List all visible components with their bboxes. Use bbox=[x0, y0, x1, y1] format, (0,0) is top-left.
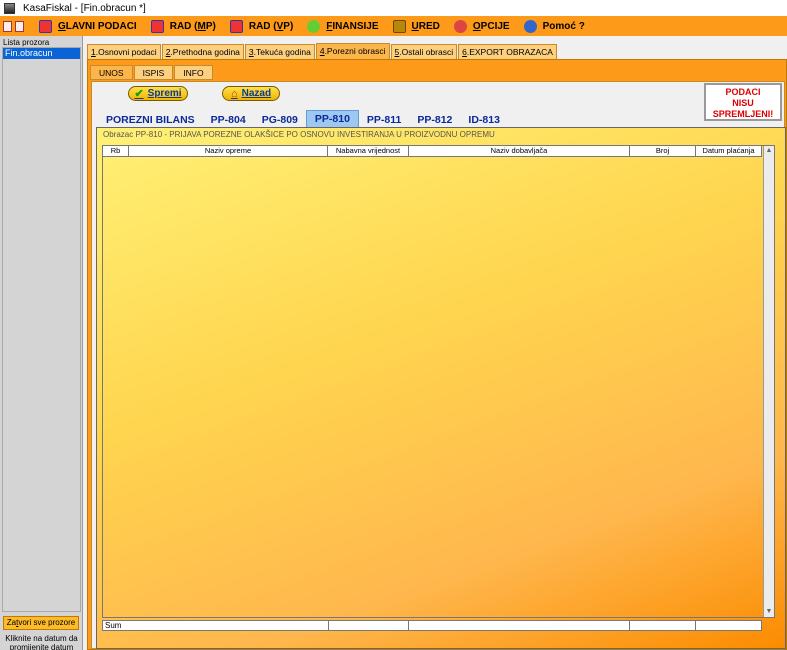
hand-icon bbox=[229, 19, 243, 33]
column-header-naziv-dobavljaca[interactable]: Naziv dobavljača bbox=[409, 146, 630, 156]
window-list-title: Lista prozora bbox=[3, 38, 50, 47]
window-list[interactable]: Fin.obracun bbox=[2, 47, 81, 612]
form-tabs: POREZNI BILANS PP-804 PG-809 PP-810 PP-8… bbox=[98, 110, 508, 127]
unsaved-status: PODACI NISU SPREMLJENI! bbox=[704, 83, 782, 121]
window-list-item[interactable]: Fin.obracun bbox=[3, 48, 80, 59]
menu-bar: G LAVNI PODACI RAD (M P) RAD (V P) F INANSIJ… bbox=[0, 16, 787, 36]
dollar-icon bbox=[307, 19, 321, 33]
menu-finansije[interactable]: F INANSIJE bbox=[307, 19, 379, 33]
menu-rad-vp[interactable]: RAD (V P) bbox=[229, 19, 293, 33]
main-tabs: 1.Osnovni podaci 2.Prethodna godina 3.Te… bbox=[87, 43, 558, 59]
menu-ured[interactable]: U RED bbox=[392, 19, 440, 33]
window-list-panel: Lista prozora Fin.obracun Zatvori sve pr… bbox=[0, 36, 83, 650]
scroll-up-arrow-icon[interactable]: ▲ bbox=[764, 146, 774, 156]
form-tab-porezni-bilans[interactable]: POREZNI BILANS bbox=[98, 111, 203, 127]
sum-nabavna-vrijednost bbox=[328, 620, 409, 631]
restore-icon[interactable] bbox=[3, 20, 12, 32]
equipment-grid[interactable]: Rb Naziv opreme Nabavna vrijednost Naziv… bbox=[102, 145, 775, 618]
sum-naziv-dobavljaca bbox=[408, 620, 630, 631]
hand-icon bbox=[150, 19, 164, 33]
action-buttons: ✔ Spremi ⌂ Nazad bbox=[128, 86, 314, 101]
document-icon[interactable] bbox=[15, 20, 24, 32]
scroll-down-arrow-icon[interactable]: ▼ bbox=[764, 607, 774, 617]
form-title: Obrazac PP-810 - PRIJAVA POREZNE OLAKŠIC… bbox=[103, 130, 495, 139]
window-title: KasaFiskal - [Fin.obracun *] bbox=[23, 2, 146, 14]
tab-info[interactable]: INFO bbox=[174, 65, 213, 80]
column-header-datum-placanja[interactable]: Datum plaćanja bbox=[696, 146, 762, 156]
hand-icon bbox=[39, 19, 52, 33]
column-header-naziv-opreme[interactable]: Naziv opreme bbox=[129, 146, 328, 156]
title-bar: KasaFiskal - [Fin.obracun *] bbox=[0, 0, 787, 16]
menu-glavni-podaci[interactable]: G LAVNI PODACI bbox=[39, 19, 137, 33]
form-tab-pp-810[interactable]: PP-810 bbox=[305, 110, 359, 127]
checkmark-icon: ✔ bbox=[134, 88, 144, 100]
tab-prethodna-godina[interactable]: 2.Prethodna godina bbox=[161, 44, 244, 59]
date-hint: Kliknite na datum da promijenite datum bbox=[5, 634, 78, 650]
sum-datum bbox=[695, 620, 762, 631]
grid-scrollbar[interactable]: ▲ ▼ bbox=[763, 146, 774, 617]
box-icon bbox=[392, 19, 406, 33]
tab-tekuca-godina[interactable]: 3.Tekuća godina bbox=[244, 44, 315, 59]
back-button[interactable]: ⌂ Nazad bbox=[222, 86, 280, 101]
app-icon bbox=[4, 2, 15, 14]
close-all-windows-button[interactable]: Zatvori sve prozore bbox=[3, 616, 79, 630]
form-tab-pg-809[interactable]: PG-809 bbox=[254, 111, 306, 127]
column-header-nabavna-vrijednost[interactable]: Nabavna vrijednost bbox=[328, 146, 409, 156]
sum-row: Sum bbox=[102, 620, 762, 631]
tab-unos[interactable]: UNOS bbox=[90, 65, 133, 80]
sum-label: Sum bbox=[102, 620, 329, 631]
main-area: 1.Osnovni podaci 2.Prethodna godina 3.Te… bbox=[85, 36, 787, 650]
system-menu-icons[interactable] bbox=[3, 20, 27, 32]
home-icon: ⌂ bbox=[230, 87, 238, 100]
tab-porezni-obrasci[interactable]: 4.Porezni obrasci bbox=[315, 43, 390, 59]
menu-rad-mp[interactable]: RAD (M P) bbox=[150, 19, 216, 33]
unos-content: ✔ Spremi ⌂ Nazad PODACI NISU SPREMLJENI!… bbox=[91, 81, 786, 649]
tab-export-obrazaca[interactable]: 6.EXPORT OBRAZACA bbox=[458, 44, 557, 59]
sum-broj bbox=[629, 620, 696, 631]
menu-opcije[interactable]: O PCIJE bbox=[453, 19, 510, 33]
form-tab-pp-812[interactable]: PP-812 bbox=[409, 111, 460, 127]
tab-ispis[interactable]: ISPIS bbox=[133, 65, 174, 80]
help-icon bbox=[523, 19, 537, 33]
save-button[interactable]: ✔ Spremi bbox=[128, 86, 188, 101]
pp-810-form: Obrazac PP-810 - PRIJAVA POREZNE OLAKŠIC… bbox=[96, 127, 786, 649]
porezni-obrasci-panel: UNOS ISPIS INFO ✔ Spremi ⌂ Nazad PODACI … bbox=[87, 59, 787, 650]
column-header-rb[interactable]: Rb bbox=[103, 146, 129, 156]
grid-header: Rb Naziv opreme Nabavna vrijednost Naziv… bbox=[103, 146, 762, 157]
form-tab-id-813[interactable]: ID-813 bbox=[460, 111, 508, 127]
tab-ostali-obrasci[interactable]: 5.Ostali obrasci bbox=[390, 44, 458, 59]
form-tab-pp-804[interactable]: PP-804 bbox=[203, 111, 254, 127]
sub-tabs: UNOS ISPIS INFO bbox=[90, 65, 214, 80]
form-tab-pp-811[interactable]: PP-811 bbox=[359, 111, 409, 127]
menu-pomoc[interactable]: Pomoć ? bbox=[523, 19, 585, 33]
column-header-broj[interactable]: Broj bbox=[630, 146, 696, 156]
gear-icon bbox=[453, 19, 467, 33]
tab-osnovni-podaci[interactable]: 1.Osnovni podaci bbox=[87, 44, 161, 59]
